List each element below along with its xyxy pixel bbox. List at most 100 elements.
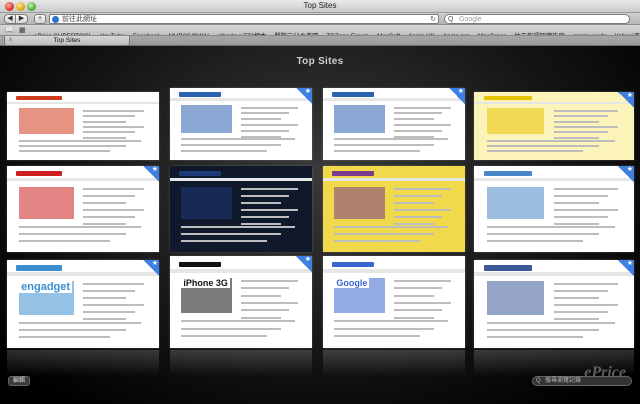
pin-star-icon[interactable]: ★	[449, 88, 465, 104]
site-text-line	[83, 311, 135, 314]
site-text-line	[19, 239, 111, 242]
site-text-line	[19, 335, 111, 338]
window-title: Top Sites	[303, 1, 337, 10]
site-logo	[16, 171, 62, 177]
thumb-youtube[interactable]: ★	[7, 166, 159, 252]
site-text-line	[241, 202, 281, 205]
site-nav	[7, 101, 159, 105]
site-logo	[16, 96, 62, 101]
star-icon: ★	[457, 88, 464, 95]
pin-star-icon[interactable]: ★	[618, 260, 634, 276]
site-text-line	[554, 136, 599, 139]
top-sites-grid-icon[interactable]: ▦	[19, 26, 26, 35]
site-text-line	[554, 126, 618, 128]
site-text-line	[486, 139, 615, 142]
bookmarks-bar: 📖 ▦ ePrice SUPERTOOLYouTubeFacebookMHP2G…	[0, 25, 640, 36]
site-text-line	[486, 239, 583, 242]
thumb-eprice-2[interactable]: ★	[170, 88, 312, 160]
search-field[interactable]: Q Google	[444, 14, 630, 24]
forward-button[interactable]: ▶	[16, 14, 28, 24]
pin-star-icon[interactable]: ★	[618, 166, 634, 182]
site-text-line	[83, 215, 135, 218]
site-text-line	[83, 126, 144, 128]
site-image	[486, 108, 545, 135]
search-icon: Q	[536, 378, 541, 384]
site-text-line	[83, 296, 126, 299]
reload-icon[interactable]: ↻	[430, 15, 436, 24]
site-text-line	[394, 118, 434, 121]
site-text-line	[554, 296, 599, 299]
site-text-line	[241, 195, 290, 198]
thumb-blog-blue[interactable]: ★	[474, 166, 634, 252]
thumb-engadget[interactable]: engadget ★	[7, 260, 159, 348]
star-icon: ★	[626, 260, 633, 267]
site-text-line	[554, 311, 609, 314]
site-text-line	[19, 150, 111, 153]
site-nav	[323, 178, 465, 182]
site-text-line	[83, 318, 126, 321]
history-search-field[interactable]: Q 搜尋瀏覽記錄	[532, 376, 632, 386]
plus-icon: +	[37, 15, 43, 22]
back-button[interactable]: ◀	[4, 14, 16, 24]
site-banner-text: engadget	[19, 281, 73, 294]
site-nav	[7, 272, 159, 276]
add-bookmark-button[interactable]: +	[34, 14, 46, 24]
site-text-line	[334, 149, 420, 152]
site-logo	[331, 261, 375, 268]
top-sites-heading: Top Sites	[296, 56, 344, 67]
site-text-line	[554, 215, 609, 218]
site-text-line	[241, 129, 290, 132]
star-icon: ★	[626, 166, 633, 173]
site-text-line	[554, 115, 609, 118]
thumb-yellow-site[interactable]: ★	[474, 92, 634, 160]
edit-button[interactable]: 編輯	[8, 376, 31, 386]
bookmarks-book-icon[interactable]: 📖	[5, 26, 14, 35]
site-image	[486, 281, 545, 315]
site-text-line	[83, 136, 126, 139]
site-text-line	[486, 145, 599, 148]
pin-star-icon[interactable]: ★	[618, 92, 634, 108]
search-icon: Q	[448, 16, 454, 23]
site-text-line	[83, 222, 126, 225]
site-logo	[178, 171, 222, 177]
site-text-line	[181, 239, 267, 242]
site-text-line	[554, 209, 618, 211]
thumb-facebook[interactable]: ★	[474, 260, 634, 348]
site-text-line	[334, 239, 420, 242]
site-logo	[16, 265, 62, 271]
site-text-line	[181, 149, 267, 152]
site-image	[19, 186, 74, 220]
thumb-eprice-3[interactable]: ★	[323, 88, 465, 160]
thumb-apple-iphone[interactable]: iPhone 3G ★	[170, 256, 312, 348]
pin-star-icon[interactable]: ★	[143, 260, 159, 276]
site-text-line	[241, 124, 298, 126]
pin-star-icon[interactable]: ★	[296, 88, 312, 104]
site-text-line	[241, 118, 281, 121]
site-text-line	[554, 304, 618, 306]
pin-star-icon[interactable]: ★	[143, 166, 159, 182]
thumb-forum-dark[interactable]	[170, 166, 312, 252]
address-bar[interactable]: 前往此網址 ↻	[49, 14, 439, 24]
thumbnail-reflection	[7, 350, 159, 376]
thumb-yellow-blog[interactable]	[323, 166, 465, 252]
site-text-line	[394, 302, 451, 304]
site-text-line	[83, 115, 135, 118]
site-banner-text: Google	[334, 278, 370, 289]
site-nav	[170, 178, 312, 182]
site-text-line	[394, 316, 434, 319]
site-nav	[323, 268, 465, 273]
thumb-eprice-1[interactable]	[7, 92, 159, 160]
site-text-line	[334, 320, 448, 323]
pin-star-icon[interactable]: ★	[296, 256, 312, 272]
site-text-line	[554, 202, 599, 205]
site-text-line	[394, 294, 434, 297]
site-nav	[474, 272, 634, 276]
tab-top-sites[interactable]: x Top Sites	[4, 36, 130, 46]
site-text-line	[83, 282, 144, 285]
site-text-line	[394, 287, 443, 290]
thumb-google[interactable]: Google	[323, 256, 465, 348]
site-text-line	[486, 328, 599, 331]
site-text-line	[19, 328, 126, 331]
site-logo	[178, 261, 222, 268]
back-icon: ◀	[7, 15, 13, 22]
